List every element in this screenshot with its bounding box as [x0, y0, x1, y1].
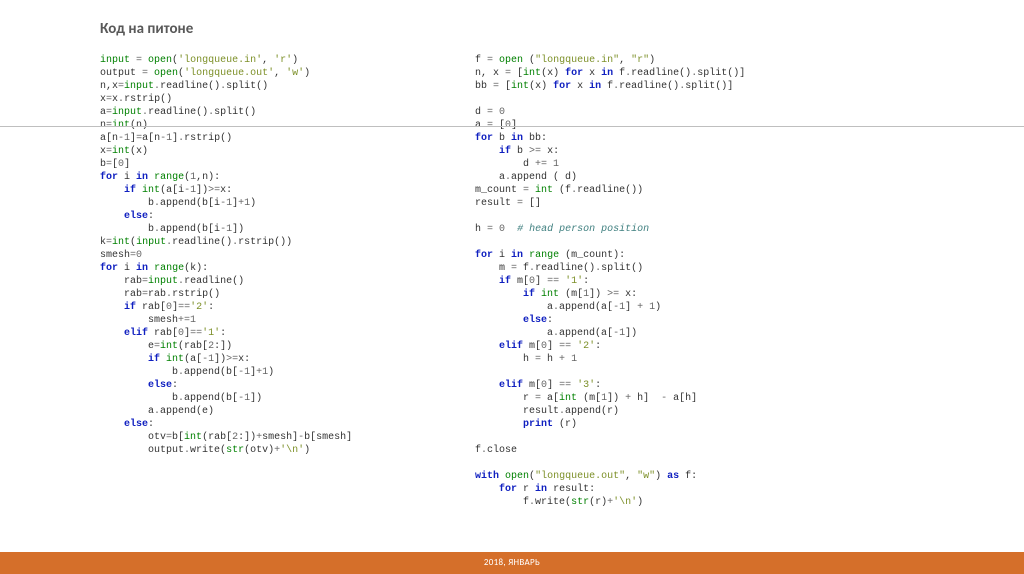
- slide-content: Код на питоне input = open('longqueue.in…: [0, 0, 1024, 509]
- code-right: f = open ("longqueue.in", "r") n, x = [i…: [475, 54, 745, 509]
- slide-footer: 2018, ЯНВАРЬ: [0, 552, 1024, 574]
- code-left: input = open('longqueue.in', 'r') output…: [100, 54, 420, 509]
- slide-title: Код на питоне: [100, 20, 924, 38]
- code-columns: input = open('longqueue.in', 'r') output…: [100, 54, 924, 509]
- horizontal-divider: [0, 126, 1024, 127]
